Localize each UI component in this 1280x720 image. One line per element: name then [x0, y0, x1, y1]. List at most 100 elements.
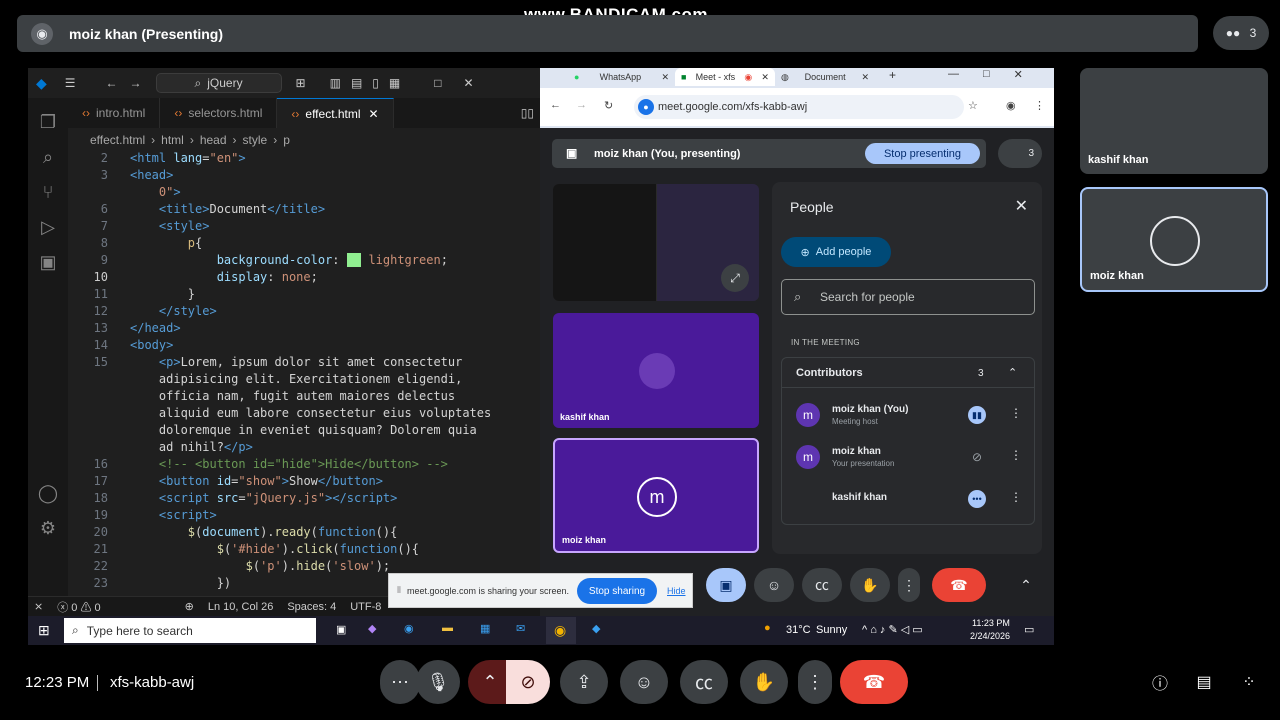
chrome-taskbar-slot[interactable]: ◉ [546, 617, 576, 644]
more-options-icon[interactable]: ⋮ [1010, 448, 1022, 462]
close-tab-icon[interactable]: ✕ [369, 107, 379, 121]
chevron-up-icon[interactable]: ⌃ [1006, 568, 1046, 602]
present-button[interactable]: ▣ [706, 568, 746, 602]
store-icon[interactable]: ▦ [480, 622, 490, 635]
source-control-icon[interactable]: ⑂ [28, 182, 68, 203]
activities-icon[interactable]: ⁘ [1238, 671, 1260, 693]
emoji-button[interactable]: ☺ [754, 568, 794, 602]
layout-icon[interactable]: ▥ [330, 76, 341, 90]
stop-sharing-button[interactable]: Stop sharing [577, 578, 657, 604]
back-arrow-icon[interactable]: ← [550, 99, 561, 111]
reload-icon[interactable]: ↻ [604, 99, 613, 112]
close-icon[interactable]: ✕ [464, 76, 474, 90]
split-icon[interactable]: ▦ [389, 76, 400, 90]
hide-link[interactable]: Hide [667, 586, 686, 596]
breadcrumb-item[interactable]: effect.html [90, 133, 145, 147]
breadcrumb-item[interactable]: head [200, 133, 227, 147]
remote-icon[interactable]: ⨯ [34, 600, 43, 613]
more-audio-options-button[interactable]: ⋯ [380, 660, 420, 704]
expand-icon[interactable]: ⤢ [721, 264, 749, 292]
encoding[interactable]: UTF-8 [350, 601, 381, 613]
tray-icons[interactable]: ^ ⌂ ♪ ✎ ◁ ▭ [862, 623, 923, 636]
more-options-icon[interactable]: ⋮ [1010, 406, 1022, 420]
participant-row[interactable]: m moiz khan (You) Meeting host ▮▮ ⋮ [796, 400, 1026, 430]
contributors-header[interactable]: Contributors [782, 358, 1034, 388]
tab-selectors[interactable]: ‹› selectors.html [160, 98, 278, 128]
meeting-details-icon[interactable]: ⓘ [1149, 671, 1171, 693]
chevron-up-icon[interactable]: ⌃ [1008, 366, 1017, 379]
breadcrumb-item[interactable]: p [283, 133, 290, 147]
split-editor-icon[interactable]: ▯▯ [521, 106, 534, 120]
camera-off-button[interactable]: ⊘ [506, 660, 550, 704]
account-icon[interactable]: ◯ [28, 483, 68, 504]
participant-row[interactable]: m moiz khan Your presentation ⊘ ⋮ [796, 442, 1026, 472]
emoji-reactions-button[interactable]: ☺ [620, 660, 668, 704]
forward-arrow-icon[interactable]: → [130, 76, 142, 90]
participant-tile-moiz-inner[interactable]: m moiz khan [553, 438, 759, 553]
stop-presenting-button[interactable]: Stop presenting [865, 143, 980, 164]
microphone-button[interactable]: 🎙︎ [416, 660, 460, 704]
settings-gear-icon[interactable]: ⚙ [28, 518, 68, 539]
chrome-tab-meet[interactable]: ■ Meet - xfs ◉ ✕ [675, 68, 775, 86]
taskbar-search[interactable]: ⌕ Type here to search [64, 618, 316, 643]
forward-arrow-icon[interactable]: → [576, 99, 587, 111]
address-bar[interactable]: ● meet.google.com/xfs-kabb-awj [634, 95, 964, 119]
breadcrumb-item[interactable]: style [243, 133, 268, 147]
tab-effect[interactable]: ‹› effect.html ✕ [277, 98, 394, 128]
screen-preview-tile[interactable]: ⤢ [553, 184, 759, 301]
maximize-icon[interactable]: □ [983, 68, 990, 86]
close-tab-icon[interactable]: ✕ [861, 72, 869, 83]
back-arrow-icon[interactable]: ← [106, 76, 118, 90]
captions-button[interactable]: ㏄ [680, 660, 728, 704]
search-icon[interactable]: ⌕ [28, 147, 68, 168]
breadcrumb-item[interactable]: html [161, 133, 184, 147]
participants-badge[interactable]: ●● 3 [1213, 16, 1269, 50]
chat-icon[interactable]: ▤ [1193, 671, 1215, 693]
tab-intro[interactable]: ‹› intro.html [68, 98, 161, 128]
chrome-tab-whatsapp[interactable]: ● WhatsApp ✕ [568, 68, 675, 86]
cursor-position[interactable]: Ln 10, Col 26 [208, 601, 273, 613]
close-window-icon[interactable]: ✕ [1014, 68, 1023, 86]
add-people-button[interactable]: ⊕ Add people [781, 237, 891, 267]
sidebar-icon[interactable]: ▯ [372, 76, 379, 90]
panel-icon[interactable]: ▤ [351, 76, 362, 90]
more-options-icon[interactable]: ⋮ [1010, 490, 1022, 504]
bookmark-star-icon[interactable]: ☆ [968, 99, 978, 112]
copilot-app-icon[interactable]: ◆ [368, 622, 376, 635]
task-view-icon[interactable]: ▣ [336, 623, 346, 636]
participant-tile-kashif[interactable]: kashif khan [1080, 68, 1268, 174]
command-search[interactable]: ⌕ jQuery [155, 73, 282, 93]
drag-handle-icon[interactable]: ⦀ [397, 585, 401, 596]
extensions-icon[interactable]: ▣ [28, 252, 68, 273]
chrome-tab-document[interactable]: ◍ Document ✕ [775, 68, 875, 86]
present-now-button[interactable]: ⇪ [560, 660, 608, 704]
more-options-button[interactable]: ⋮ [798, 660, 832, 704]
maximize-icon[interactable]: □ [434, 76, 441, 90]
profile-icon[interactable]: ◉ [1006, 99, 1016, 112]
participant-tile-moiz[interactable]: moiz khan [1080, 187, 1268, 292]
participant-tile-kashif-inner[interactable]: kashif khan [553, 313, 759, 428]
captions-button[interactable]: ㏄ [802, 568, 842, 602]
close-tab-icon[interactable]: ✕ [761, 72, 769, 83]
notification-icon[interactable]: ▭ [1024, 623, 1034, 636]
new-tab-icon[interactable]: + [889, 68, 896, 86]
problems-indicator[interactable]: ⓧ 0 ⚠ 0 [57, 599, 100, 615]
leave-call-button[interactable]: ☎ [840, 660, 908, 704]
participant-row[interactable]: kashif khan ••• ⋮ [796, 484, 1026, 514]
indentation[interactable]: Spaces: 4 [287, 601, 336, 613]
mail-icon[interactable]: ✉ [516, 622, 525, 635]
menu-icon[interactable]: ☰ [65, 76, 76, 90]
minimize-icon[interactable]: — [948, 68, 959, 86]
people-search-input[interactable]: ⌕ Search for people [781, 279, 1035, 315]
windows-start-icon[interactable]: ⊞ [38, 622, 50, 639]
close-panel-icon[interactable]: ✕ [1015, 196, 1028, 216]
vscode-taskbar-icon[interactable]: ◆ [592, 622, 600, 635]
chrome-menu-icon[interactable]: ⋮ [1034, 99, 1045, 112]
zoom-icon[interactable]: ⊕ [185, 600, 194, 613]
code-editor[interactable]: 2 <html lang="en"> 3 <head> 0"> 6 <title>D… [68, 150, 540, 596]
leave-call-button[interactable]: ☎ [932, 568, 986, 602]
run-debug-icon[interactable]: ▷ [28, 217, 68, 238]
edge-icon[interactable]: ◉ [404, 622, 414, 635]
inner-participants-badge[interactable]: 3 [998, 139, 1042, 168]
copilot-icon[interactable]: ⊞ [296, 76, 306, 90]
